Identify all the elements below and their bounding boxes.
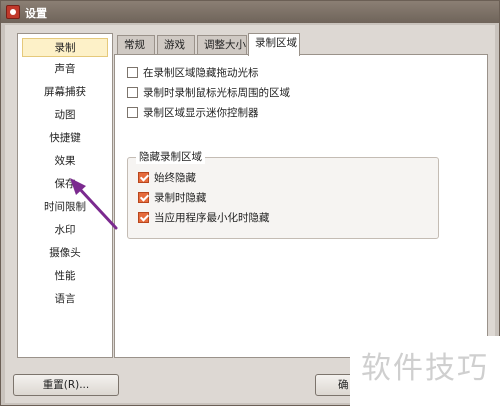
- window-title: 设置: [25, 7, 47, 20]
- tab-game[interactable]: 游戏: [157, 35, 195, 55]
- checkbox[interactable]: [127, 107, 138, 118]
- sidebar-item-hotkeys[interactable]: 快捷键: [22, 129, 108, 148]
- option-hide-when-minimized[interactable]: 当应用程序最小化时隐藏: [138, 210, 270, 226]
- recording-area-panel: 在录制区域隐藏拖动光标 录制时录制鼠标光标周围的区域 录制区域显示迷你控制器 隐…: [114, 54, 488, 358]
- sidebar-item-record[interactable]: 录制: [22, 38, 108, 57]
- sidebar-item-effects[interactable]: 效果: [22, 152, 108, 171]
- checkbox-checked[interactable]: [138, 192, 149, 203]
- tab-general[interactable]: 常规: [117, 35, 155, 55]
- tab-recording-area[interactable]: 录制区域: [248, 33, 300, 56]
- option-label: 录制区域显示迷你控制器: [143, 107, 259, 119]
- hide-recording-area-group: 隐藏录制区域 始终隐藏 录制时隐藏 当应用程序最小化时隐藏: [127, 151, 439, 239]
- option-label: 录制时隐藏: [154, 192, 207, 204]
- group-legend: 隐藏录制区域: [136, 151, 205, 164]
- option-always-hide[interactable]: 始终隐藏: [138, 170, 196, 186]
- option-label: 当应用程序最小化时隐藏: [154, 212, 270, 224]
- option-hide-drag-cursor[interactable]: 在录制区域隐藏拖动光标: [127, 65, 259, 81]
- sidebar-item-performance[interactable]: 性能: [22, 267, 108, 286]
- option-label: 在录制区域隐藏拖动光标: [143, 67, 259, 79]
- sidebar-item-save[interactable]: 保存: [22, 175, 108, 194]
- option-hide-while-recording[interactable]: 录制时隐藏: [138, 190, 207, 206]
- checkbox[interactable]: [127, 87, 138, 98]
- checkbox-checked[interactable]: [138, 172, 149, 183]
- sidebar-item-watermark[interactable]: 水印: [22, 221, 108, 240]
- option-label: 录制时录制鼠标光标周围的区域: [143, 87, 290, 99]
- tab-resize[interactable]: 调整大小: [197, 35, 247, 55]
- watermark-text: 软件技巧: [350, 336, 500, 406]
- app-icon: [6, 5, 20, 19]
- settings-category-list: 录制 声音 屏幕捕获 动图 快捷键 效果 保存 时间限制 水印 摄像头 性能 语…: [17, 33, 113, 358]
- option-record-cursor-area[interactable]: 录制时录制鼠标光标周围的区域: [127, 85, 290, 101]
- tab-strip: 常规 游戏 调整大小 录制区域: [117, 33, 477, 56]
- option-label: 始终隐藏: [154, 172, 196, 184]
- sidebar-item-time-limit[interactable]: 时间限制: [22, 198, 108, 217]
- sidebar-item-sound[interactable]: 声音: [22, 60, 108, 79]
- option-show-mini-controller[interactable]: 录制区域显示迷你控制器: [127, 105, 259, 121]
- sidebar-item-language[interactable]: 语言: [22, 290, 108, 309]
- sidebar-item-gif[interactable]: 动图: [22, 106, 108, 125]
- sidebar-item-screen-capture[interactable]: 屏幕捕获: [22, 83, 108, 102]
- reset-button[interactable]: 重置(R)...: [13, 374, 119, 396]
- checkbox-checked[interactable]: [138, 212, 149, 223]
- checkbox[interactable]: [127, 67, 138, 78]
- sidebar-item-webcam[interactable]: 摄像头: [22, 244, 108, 263]
- title-bar[interactable]: 设置: [1, 1, 499, 23]
